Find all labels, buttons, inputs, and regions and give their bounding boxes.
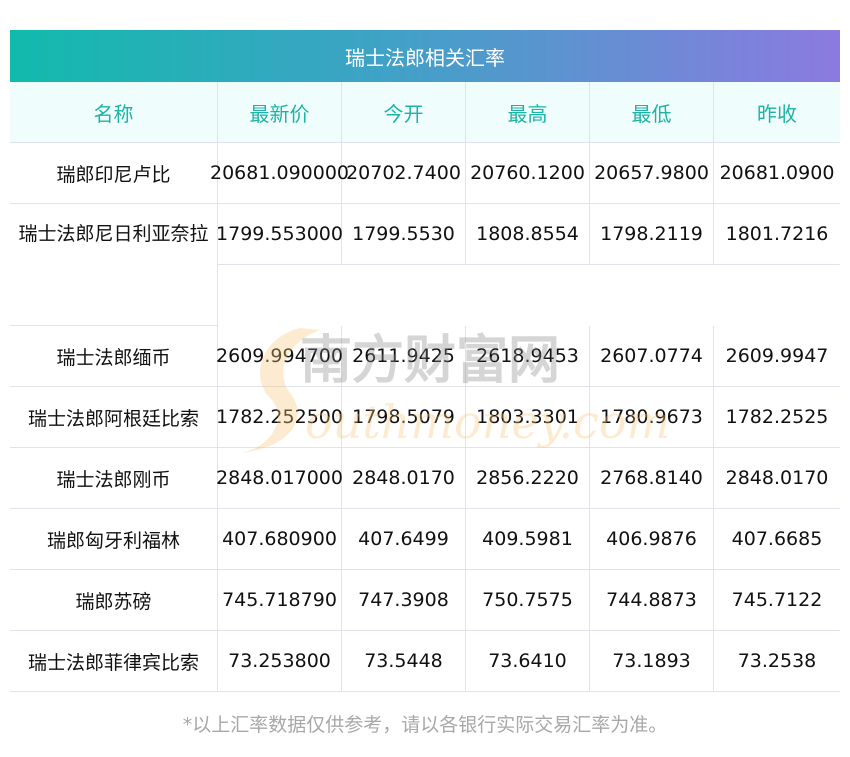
currency-name: 瑞士法郎菲律宾比索	[10, 631, 218, 692]
rate-value: 73.2538	[714, 631, 840, 692]
column-header: 名称	[10, 82, 218, 143]
rate-value: 1803.3301	[466, 387, 590, 448]
rate-value: 20760.1200	[466, 143, 590, 204]
rate-value: 1801.7216	[714, 204, 840, 265]
currency-name: 瑞士法郎尼日利亚奈拉	[10, 204, 218, 326]
rate-value: 1782.2525	[714, 387, 840, 448]
rate-value: 2848.0170	[342, 448, 466, 509]
rate-value: 2611.9425	[342, 326, 466, 387]
rate-value: 409.5981	[466, 509, 590, 570]
column-header: 昨收	[714, 82, 840, 143]
rate-value: 20681.0900	[714, 143, 840, 204]
rate-value: 1799.5530	[342, 204, 466, 265]
column-header: 最高	[466, 82, 590, 143]
rate-value: 2609.9947	[714, 326, 840, 387]
currency-name: 瑞士法郎阿根廷比索	[10, 387, 218, 448]
rate-value: 73.5448	[342, 631, 466, 692]
table-title: 瑞士法郎相关汇率	[10, 30, 840, 82]
rate-value: 745.7122	[714, 570, 840, 631]
rate-value: 407.680900	[218, 509, 342, 570]
rate-value: 1798.2119	[590, 204, 714, 265]
rate-value: 73.253800	[218, 631, 342, 692]
rate-value: 1780.9673	[590, 387, 714, 448]
currency-name: 瑞郎匈牙利福林	[10, 509, 218, 570]
currency-name: 瑞郎印尼卢比	[10, 143, 218, 204]
rate-value: 2607.0774	[590, 326, 714, 387]
column-header: 最低	[590, 82, 714, 143]
rate-value: 20657.9800	[590, 143, 714, 204]
column-header: 今开	[342, 82, 466, 143]
rate-value: 744.8873	[590, 570, 714, 631]
rate-value: 750.7575	[466, 570, 590, 631]
currency-name: 瑞士法郎缅币	[10, 326, 218, 387]
rate-value: 1808.8554	[466, 204, 590, 265]
rate-value: 2768.8140	[590, 448, 714, 509]
rate-value: 73.6410	[466, 631, 590, 692]
rate-value: 1799.553000	[216, 204, 343, 265]
rate-value: 1798.5079	[342, 387, 466, 448]
rate-value: 2848.017000	[216, 448, 343, 509]
rate-value: 1782.252500	[216, 387, 343, 448]
rate-value: 20681.090000	[210, 143, 349, 204]
rate-value: 73.1893	[590, 631, 714, 692]
rate-value: 20702.7400	[342, 143, 466, 204]
rate-value: 407.6499	[342, 509, 466, 570]
rate-value: 2848.0170	[714, 448, 840, 509]
rate-value: 747.3908	[342, 570, 466, 631]
rate-value: 407.6685	[714, 509, 840, 570]
rate-value: 2856.2220	[466, 448, 590, 509]
rate-value: 2618.9453	[466, 326, 590, 387]
rate-value: 406.9876	[590, 509, 714, 570]
currency-name: 瑞士法郎刚币	[10, 448, 218, 509]
disclaimer-note: *以上汇率数据仅供参考，请以各银行实际交易汇率为准。	[182, 714, 668, 736]
rate-value: 745.718790	[218, 570, 342, 631]
currency-name: 瑞郎苏磅	[10, 570, 218, 631]
rate-value: 2609.994700	[216, 326, 343, 387]
column-header: 最新价	[218, 82, 342, 143]
